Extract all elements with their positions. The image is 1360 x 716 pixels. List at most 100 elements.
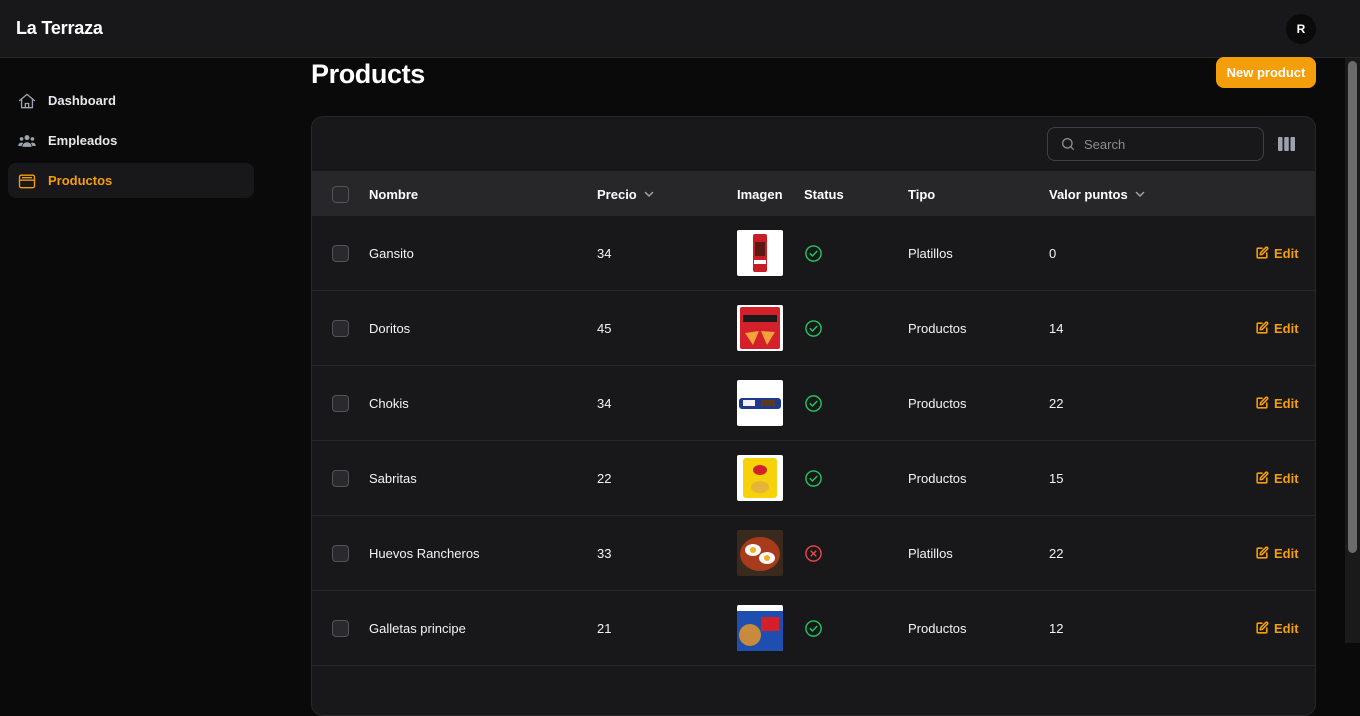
edit-button[interactable]: Edit bbox=[1255, 471, 1299, 486]
column-header-label: Precio bbox=[597, 186, 637, 202]
edit-button[interactable]: Edit bbox=[1255, 246, 1299, 261]
edit-label: Edit bbox=[1274, 245, 1299, 261]
row-checkbox[interactable] bbox=[332, 319, 349, 337]
chevron-down-icon bbox=[1135, 191, 1144, 198]
pencil-square-icon bbox=[1256, 546, 1269, 559]
check-circle-icon bbox=[805, 319, 822, 337]
sidebar-item-dashboard[interactable]: Dashboard bbox=[8, 83, 254, 118]
galletas-principe-image bbox=[737, 605, 783, 651]
table-row: Huevos Rancheros 33 Platillos 22 Edit bbox=[312, 516, 1315, 591]
scrollbar-thumb[interactable] bbox=[1348, 61, 1357, 553]
pencil-square-icon bbox=[1256, 321, 1269, 334]
product-name: Chokis bbox=[369, 395, 409, 411]
x-circle-icon bbox=[805, 544, 822, 562]
edit-label: Edit bbox=[1274, 620, 1299, 636]
sidebar-item-productos[interactable]: Productos bbox=[8, 163, 254, 198]
sidebar: Dashboard Empleados Productos bbox=[0, 59, 262, 643]
product-points: 0 bbox=[1049, 245, 1057, 261]
new-product-button[interactable]: New product bbox=[1216, 57, 1316, 88]
table-row: Sabritas 22 Productos 15 Edit bbox=[312, 441, 1315, 516]
column-header-nombre[interactable]: Nombre bbox=[369, 187, 418, 202]
product-points: 22 bbox=[1049, 395, 1064, 411]
page-scrollbar[interactable] bbox=[1345, 58, 1360, 643]
product-price: 22 bbox=[597, 470, 612, 486]
users-icon bbox=[18, 134, 36, 147]
search-box[interactable] bbox=[1047, 127, 1264, 161]
pencil-square-icon bbox=[1256, 396, 1269, 409]
home-icon bbox=[18, 93, 36, 108]
chokis-image bbox=[737, 380, 783, 426]
column-header-label: Valor puntos bbox=[1049, 186, 1128, 202]
edit-label: Edit bbox=[1274, 320, 1299, 336]
column-header-tipo: Tipo bbox=[908, 186, 936, 202]
page-title: Products bbox=[311, 59, 425, 89]
brand-name[interactable]: La Terraza bbox=[16, 18, 103, 39]
product-type: Platillos bbox=[908, 245, 953, 261]
user-avatar[interactable]: R bbox=[1286, 13, 1316, 44]
column-header-precio[interactable]: Precio bbox=[597, 187, 655, 202]
pencil-square-icon bbox=[1256, 471, 1269, 484]
product-price: 45 bbox=[597, 320, 612, 336]
product-type: Productos bbox=[908, 395, 967, 411]
pencil-square-icon bbox=[1256, 621, 1269, 634]
top-bar: La Terraza R bbox=[0, 0, 1360, 58]
product-price: 34 bbox=[597, 245, 612, 261]
row-checkbox[interactable] bbox=[332, 394, 349, 412]
gansito-image bbox=[737, 230, 783, 276]
edit-button[interactable]: Edit bbox=[1255, 621, 1299, 636]
product-price: 33 bbox=[597, 545, 612, 561]
product-type: Platillos bbox=[908, 545, 953, 561]
table-header: Nombre Precio Imagen Status Tipo Valor p… bbox=[312, 172, 1315, 216]
row-checkbox[interactable] bbox=[332, 544, 349, 562]
product-points: 12 bbox=[1049, 620, 1064, 636]
column-header-valor-puntos[interactable]: Valor puntos bbox=[1049, 187, 1146, 202]
check-circle-icon bbox=[805, 244, 822, 262]
edit-label: Edit bbox=[1274, 545, 1299, 561]
columns-icon[interactable] bbox=[1278, 136, 1295, 152]
column-header-status: Status bbox=[804, 186, 844, 202]
edit-button[interactable]: Edit bbox=[1255, 546, 1299, 561]
sabritas-image bbox=[737, 455, 783, 501]
product-type: Productos bbox=[908, 320, 967, 336]
inbox-icon bbox=[18, 174, 36, 188]
table-row: Chokis 34 Productos 22 Edit bbox=[312, 366, 1315, 441]
product-points: 15 bbox=[1049, 470, 1064, 486]
edit-button[interactable]: Edit bbox=[1255, 396, 1299, 411]
row-checkbox[interactable] bbox=[332, 469, 349, 487]
edit-label: Edit bbox=[1274, 395, 1299, 411]
doritos-image bbox=[737, 305, 783, 351]
product-type: Productos bbox=[908, 470, 967, 486]
table-row: Gansito 34 Platillos 0 Edit bbox=[312, 216, 1315, 291]
check-circle-icon bbox=[805, 394, 822, 412]
check-circle-icon bbox=[805, 619, 822, 637]
table-toolbar bbox=[312, 117, 1315, 172]
product-name: Galletas principe bbox=[369, 620, 466, 636]
edit-label: Edit bbox=[1274, 470, 1299, 486]
product-name: Sabritas bbox=[369, 470, 417, 486]
sidebar-item-empleados[interactable]: Empleados bbox=[8, 123, 254, 158]
product-name: Huevos Rancheros bbox=[369, 545, 480, 561]
sidebar-item-label: Dashboard bbox=[48, 93, 116, 108]
product-name: Doritos bbox=[369, 320, 411, 336]
check-circle-icon bbox=[805, 469, 822, 487]
product-name: Gansito bbox=[369, 245, 414, 261]
product-type: Productos bbox=[908, 620, 967, 636]
table-row: Doritos 45 Productos 14 Edit bbox=[312, 291, 1315, 366]
row-checkbox[interactable] bbox=[332, 619, 349, 637]
product-points: 22 bbox=[1049, 545, 1064, 561]
pencil-square-icon bbox=[1256, 246, 1269, 259]
sidebar-item-label: Empleados bbox=[48, 133, 118, 148]
sidebar-item-label: Productos bbox=[48, 173, 113, 188]
chevron-down-icon bbox=[644, 191, 653, 198]
product-price: 21 bbox=[597, 620, 612, 636]
column-header-imagen: Imagen bbox=[737, 186, 783, 202]
search-input[interactable] bbox=[1084, 136, 1244, 152]
table-row: Galletas principe 21 Productos 12 Edit bbox=[312, 591, 1315, 666]
select-all-checkbox[interactable] bbox=[332, 185, 349, 203]
edit-button[interactable]: Edit bbox=[1255, 321, 1299, 336]
products-table-card: Nombre Precio Imagen Status Tipo Valor p… bbox=[311, 116, 1316, 716]
product-price: 34 bbox=[597, 395, 612, 411]
search-icon bbox=[1062, 138, 1074, 150]
row-checkbox[interactable] bbox=[332, 244, 349, 262]
product-points: 14 bbox=[1049, 320, 1064, 336]
